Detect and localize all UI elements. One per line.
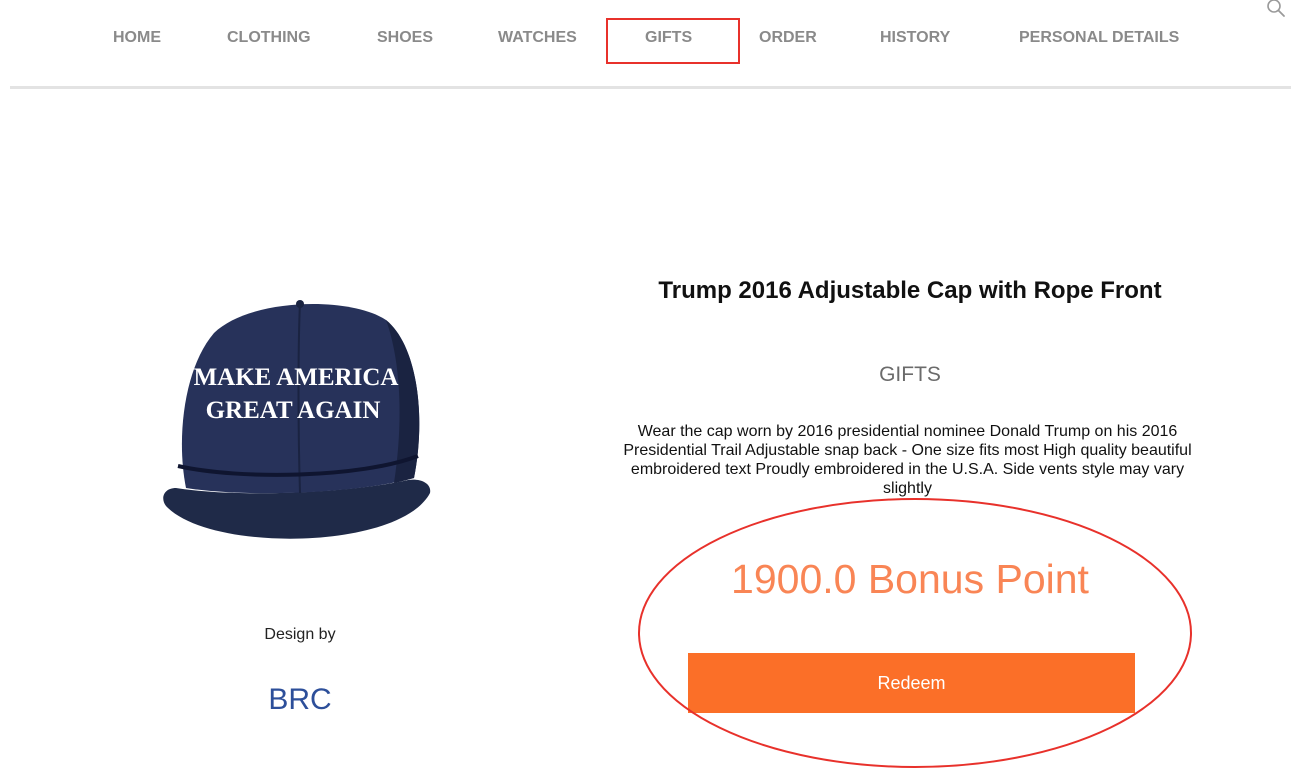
bonus-points-price: 1900.0 Bonus Point [731,556,1089,602]
product-description: Wear the cap worn by 2016 presidential n… [623,423,1192,497]
nav-item-history[interactable]: HISTORY [880,29,950,47]
design-by-label: Design by [264,626,336,643]
annotation-ellipse [638,498,1192,768]
redeem-button[interactable]: Redeem [688,653,1135,713]
nav-item-watches[interactable]: WATCHES [498,29,577,47]
brand-name[interactable]: BRC [150,683,450,717]
nav-divider [10,86,1291,89]
product-category: GIFTS [879,363,941,386]
product-image-cap: MAKE AMERICA GREAT AGAIN [163,300,431,539]
nav-item-personal-details[interactable]: PERSONAL DETAILS [1019,29,1179,47]
nav-item-order[interactable]: ORDER [759,29,817,47]
page: HOME CLOTHING SHOES WATCHES GIFTS ORDER … [0,0,1291,771]
product-title: Trump 2016 Adjustable Cap with Rope Fron… [658,277,1162,304]
nav-item-shoes[interactable]: SHOES [377,29,433,47]
nav-item-gifts[interactable]: GIFTS [645,29,692,47]
top-navigation: HOME CLOTHING SHOES WATCHES GIFTS ORDER … [0,0,1291,89]
nav-item-clothing[interactable]: CLOTHING [227,29,311,47]
cap-text-line1: MAKE AMERICA [194,364,399,391]
cap-text-line2: GREAT AGAIN [206,397,381,424]
nav-item-home[interactable]: HOME [113,29,161,47]
search-icon[interactable] [1265,0,1287,20]
